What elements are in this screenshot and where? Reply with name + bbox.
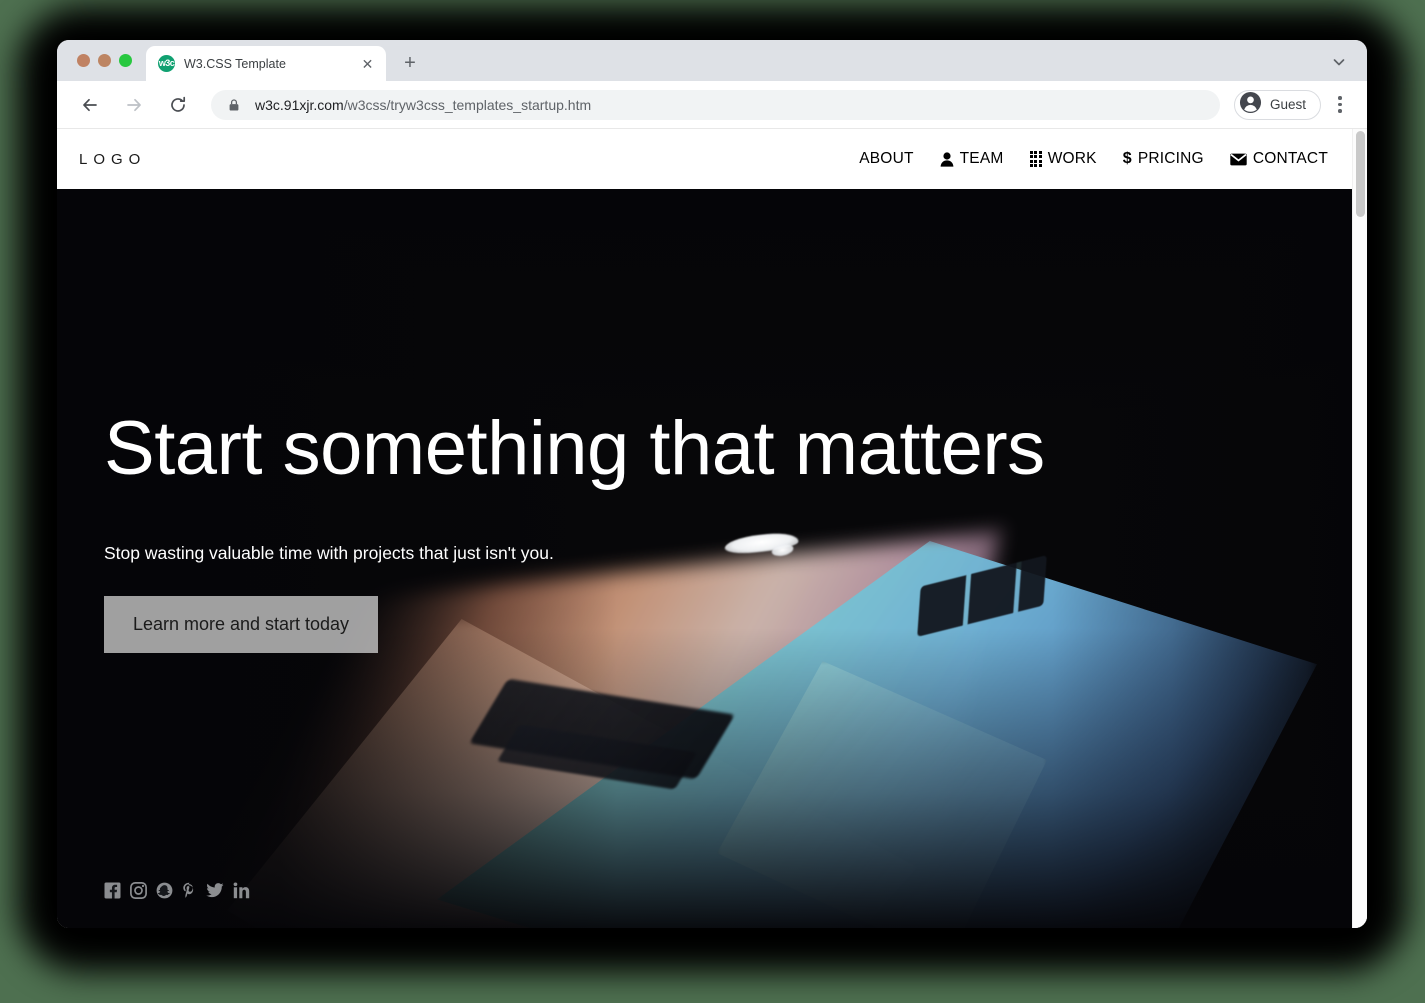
site-navbar: LOGO ABOUT TEAM WORK $ PRICING CONTACT [57, 129, 1352, 189]
profile-button[interactable]: Guest [1233, 89, 1321, 120]
nav-item-team[interactable]: TEAM [940, 150, 1004, 168]
instagram-icon[interactable] [130, 882, 147, 899]
nav-item-label: PRICING [1137, 150, 1204, 167]
hero-section: Start something that matters Stop wastin… [57, 189, 1352, 928]
forward-arrow-icon[interactable] [119, 90, 149, 120]
nav-item-pricing[interactable]: $ PRICING [1123, 150, 1204, 168]
site-logo[interactable]: LOGO [79, 151, 146, 168]
chevron-down-icon[interactable] [1329, 52, 1349, 72]
w3c-logo-icon: w3c [158, 55, 175, 72]
nav-item-label: ABOUT [859, 150, 914, 167]
minimize-window-button[interactable] [98, 54, 111, 67]
nav-item-label: TEAM [959, 150, 1004, 167]
hero-vignette-bottom [57, 628, 1352, 928]
browser-toolbar: w3c.91xjr.com/w3css/tryw3css_templates_s… [57, 81, 1367, 129]
grid-icon [1029, 150, 1042, 168]
three-dot-menu-icon[interactable] [1327, 90, 1353, 120]
nav-item-label: CONTACT [1252, 150, 1328, 167]
scrollbar-thumb[interactable] [1356, 131, 1365, 217]
browser-window: w3c W3.CSS Template ✕ + w3c.91xjr.com/w3… [57, 40, 1367, 928]
page-viewport: LOGO ABOUT TEAM WORK $ PRICING CONTACT S… [57, 129, 1367, 928]
address-bar[interactable]: w3c.91xjr.com/w3css/tryw3css_templates_s… [211, 89, 1220, 120]
profile-label: Guest [1269, 97, 1306, 112]
hero-title: Start something that matters [104, 406, 1045, 491]
maximize-window-button[interactable] [119, 54, 132, 67]
browser-tab-title: W3.CSS Template [184, 56, 286, 71]
pinterest-icon[interactable] [182, 882, 197, 899]
user-icon [940, 151, 954, 167]
nav-item-contact[interactable]: CONTACT [1230, 150, 1328, 168]
social-links [104, 882, 250, 899]
dollar-icon: $ [1122, 150, 1132, 167]
nav-links: ABOUT TEAM WORK $ PRICING CONTACT [859, 150, 1328, 168]
hero-content: Start something that matters Stop wastin… [104, 189, 1084, 653]
nav-item-work[interactable]: WORK [1029, 150, 1097, 168]
favicon-label: w3c [158, 58, 175, 68]
facebook-icon[interactable] [104, 882, 121, 899]
linkedin-icon[interactable] [233, 882, 250, 899]
window-traffic-lights [57, 54, 132, 81]
twitter-icon[interactable] [206, 883, 224, 898]
snapchat-icon[interactable] [156, 882, 173, 899]
page-scrollbar[interactable] [1352, 129, 1367, 928]
back-arrow-icon[interactable] [75, 90, 105, 120]
nav-item-label: WORK [1047, 150, 1097, 167]
url-path: /w3css/tryw3css_templates_startup.htm [343, 96, 592, 113]
tab-strip: w3c W3.CSS Template ✕ + [57, 40, 1367, 81]
account-avatar-icon [1239, 91, 1262, 119]
close-window-button[interactable] [77, 54, 90, 67]
plus-icon[interactable]: + [396, 49, 424, 77]
nav-item-about[interactable]: ABOUT [859, 150, 913, 168]
url-display: w3c.91xjr.com/w3css/tryw3css_templates_s… [255, 97, 591, 113]
browser-tab[interactable]: w3c W3.CSS Template ✕ [146, 46, 386, 81]
learn-more-button[interactable]: Learn more and start today [104, 596, 378, 653]
close-icon[interactable]: ✕ [359, 55, 376, 72]
url-domain: w3c.91xjr.com [255, 96, 344, 113]
reload-icon[interactable] [163, 90, 193, 120]
hero-subtitle: Stop wasting valuable time with projects… [104, 543, 554, 563]
envelope-icon [1230, 153, 1247, 166]
lock-icon[interactable] [227, 98, 241, 112]
web-page: LOGO ABOUT TEAM WORK $ PRICING CONTACT S… [57, 129, 1352, 928]
